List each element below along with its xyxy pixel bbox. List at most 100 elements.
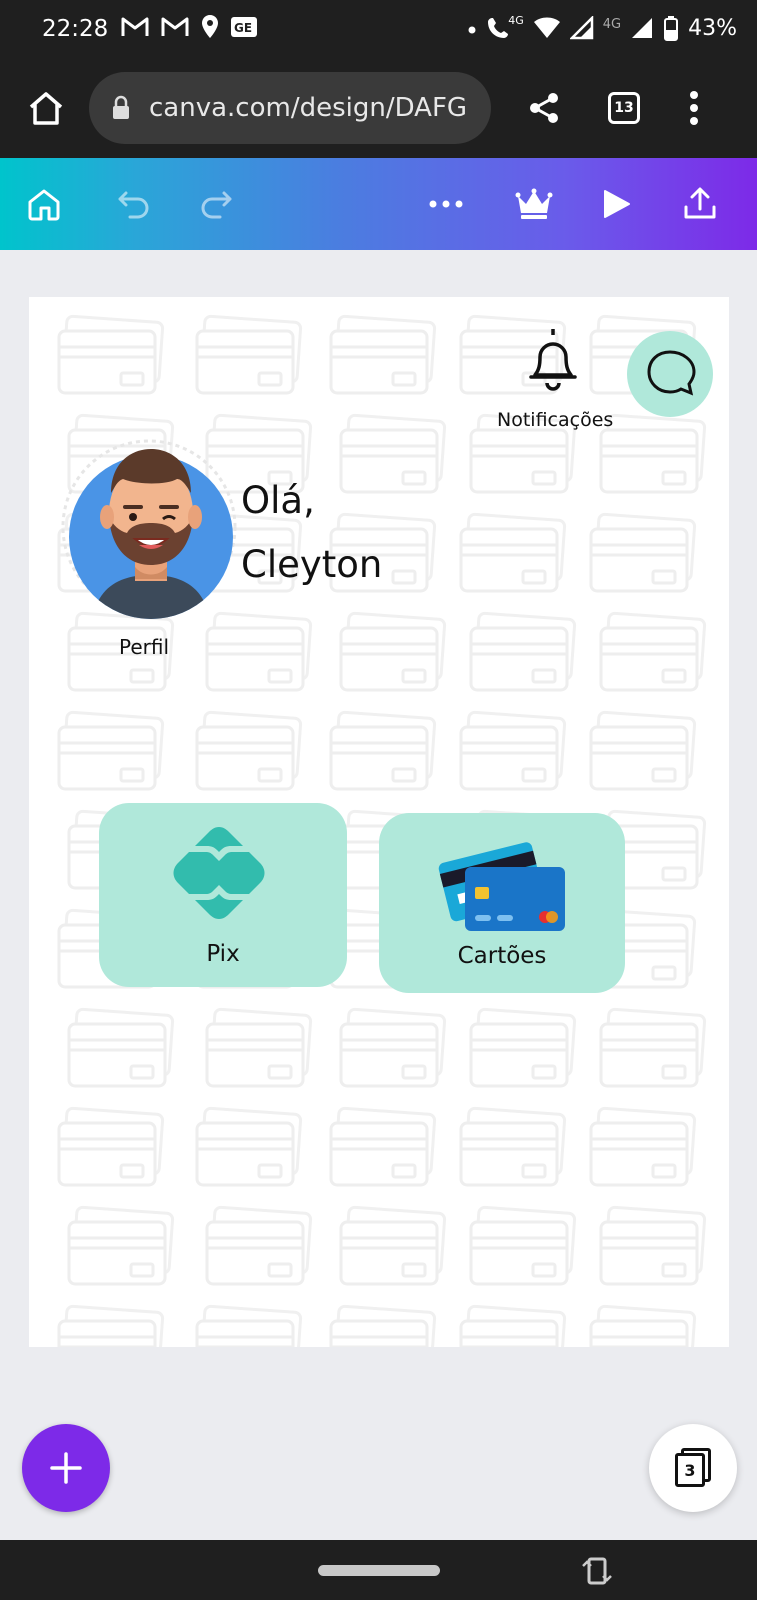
credit-cards-icon xyxy=(438,842,565,931)
pattern-card-icon xyxy=(329,1106,437,1187)
gmail-icon xyxy=(121,17,149,36)
pattern-card-icon xyxy=(589,1106,697,1187)
signal-icon xyxy=(569,16,593,40)
browser-toolbar: canva.com/design/DAFG 13 xyxy=(0,62,757,158)
tab-count: 13 xyxy=(614,100,634,116)
page-count: 3 xyxy=(684,1460,696,1480)
pattern-card-icon xyxy=(205,611,313,692)
pattern-card-icon xyxy=(589,1304,697,1347)
pattern-card-icon xyxy=(195,1106,303,1187)
present-button[interactable] xyxy=(592,158,640,250)
design-page[interactable]: Notificações Olá, Cleyton Perfil Pix Car… xyxy=(29,297,729,1347)
pattern-card-icon xyxy=(339,1205,447,1286)
export-share-button[interactable] xyxy=(676,158,724,250)
pattern-card-icon xyxy=(599,611,707,692)
tab-count-icon: 13 xyxy=(608,92,640,124)
pattern-card-icon xyxy=(57,1304,165,1347)
volte-call-icon: 4G xyxy=(486,14,524,42)
pattern-card-icon xyxy=(459,710,567,791)
address-bar[interactable]: canva.com/design/DAFG xyxy=(89,72,491,144)
pattern-card-icon xyxy=(67,1205,175,1286)
rotate-screen-icon[interactable] xyxy=(580,1554,614,1588)
pattern-card-icon xyxy=(459,1106,567,1187)
pattern-card-icon xyxy=(205,1205,313,1286)
crown-icon xyxy=(515,188,553,219)
pattern-card-icon xyxy=(205,1007,313,1088)
pattern-card-icon xyxy=(195,710,303,791)
pattern-card-icon xyxy=(195,314,303,395)
pattern-card-icon xyxy=(339,1007,447,1088)
status-time: 22:28 xyxy=(42,16,109,42)
chat-bubble-icon xyxy=(647,350,696,396)
plus-icon xyxy=(50,1452,82,1484)
cards-button[interactable]: Cartões xyxy=(379,813,625,993)
browser-menu-button[interactable] xyxy=(670,84,718,132)
upload-icon xyxy=(684,187,716,219)
status-bar: 22:28 GE 4G 4G 43% xyxy=(0,0,757,62)
notifications-button[interactable] xyxy=(517,323,589,395)
browser-home-button[interactable] xyxy=(22,84,70,132)
share-button[interactable] xyxy=(520,84,568,132)
pattern-card-icon xyxy=(195,1304,303,1347)
chat-button[interactable] xyxy=(627,331,713,417)
svg-text:GE: GE xyxy=(234,21,252,35)
pages-icon: 3 xyxy=(673,1448,713,1488)
bell-icon xyxy=(529,329,577,391)
pattern-card-icon xyxy=(589,710,697,791)
more-vertical-icon xyxy=(690,91,698,125)
location-icon xyxy=(202,15,218,38)
canva-pro-button[interactable] xyxy=(510,158,558,250)
news-icon: GE xyxy=(231,17,257,37)
pattern-card-icon xyxy=(67,1007,175,1088)
undo-icon xyxy=(118,191,149,219)
home-gesture-pill[interactable] xyxy=(318,1565,440,1576)
network-label: 4G xyxy=(602,16,622,32)
status-system-icons: 4G 4G 43% xyxy=(467,14,737,42)
pattern-card-icon xyxy=(339,611,447,692)
pattern-card-icon xyxy=(329,314,437,395)
home-icon xyxy=(28,189,60,221)
pattern-card-icon xyxy=(469,611,577,692)
pattern-card-icon xyxy=(599,1007,707,1088)
greeting-line-1: Olá, xyxy=(241,479,315,522)
pages-button[interactable]: 3 xyxy=(649,1424,737,1512)
pix-icon xyxy=(173,827,265,919)
notifications-label: Notificações xyxy=(497,409,614,431)
canva-toolbar xyxy=(0,158,757,250)
profile-avatar-button[interactable] xyxy=(61,427,237,623)
network-label: 4G xyxy=(508,14,524,27)
signal-icon xyxy=(632,18,653,38)
pattern-card-icon xyxy=(329,710,437,791)
redo-button[interactable] xyxy=(192,158,240,250)
add-element-button[interactable] xyxy=(22,1424,110,1512)
profile-label: Perfil xyxy=(119,635,170,659)
pattern-card-icon xyxy=(329,1304,437,1347)
play-icon xyxy=(604,190,630,218)
url-text: canva.com/design/DAFG xyxy=(149,93,468,123)
pix-button[interactable]: Pix xyxy=(99,803,347,987)
pattern-card-icon xyxy=(57,1106,165,1187)
avatar xyxy=(61,439,237,619)
greeting-name: Cleyton xyxy=(241,543,383,586)
battery-percent: 43% xyxy=(688,15,737,41)
more-horizontal-icon xyxy=(429,200,463,208)
lock-icon xyxy=(113,95,129,119)
pattern-card-icon xyxy=(469,1205,577,1286)
tab-switcher-button[interactable]: 13 xyxy=(600,84,648,132)
pattern-card-icon xyxy=(599,1205,707,1286)
battery-icon xyxy=(664,16,679,41)
pattern-card-icon xyxy=(589,512,697,593)
pattern-card-icon xyxy=(459,1304,567,1347)
cards-label: Cartões xyxy=(457,943,547,969)
canva-home-button[interactable] xyxy=(20,158,68,250)
pattern-card-icon xyxy=(469,1007,577,1088)
dot-icon xyxy=(468,26,476,34)
pattern-card-icon xyxy=(599,413,707,494)
pix-label: Pix xyxy=(206,941,240,967)
more-options-button[interactable] xyxy=(422,158,470,250)
redo-icon xyxy=(201,191,232,219)
undo-button[interactable] xyxy=(110,158,158,250)
home-icon xyxy=(29,92,63,125)
gmail-icon xyxy=(161,17,189,36)
system-navigation-bar xyxy=(0,1540,757,1600)
